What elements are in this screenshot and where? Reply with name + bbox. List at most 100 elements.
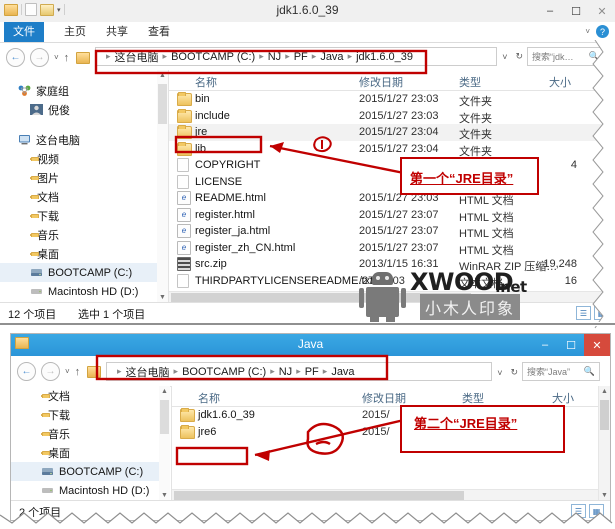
- sidebar-item-music[interactable]: 音乐: [11, 424, 169, 443]
- sidebar-item-documents[interactable]: 文档: [11, 386, 169, 405]
- nav-pane-scrollbar[interactable]: ▲ ▼: [159, 386, 170, 501]
- recent-locations-caret-icon[interactable]: ˅: [54, 53, 59, 62]
- column-header-date[interactable]: 修改日期: [359, 74, 403, 90]
- window2-titlebar[interactable]: Java – ☐ ✕: [11, 334, 610, 356]
- file-name[interactable]: jre6: [198, 426, 216, 438]
- large-icons-view-icon[interactable]: ▦: [589, 504, 604, 518]
- recent-locations-caret-icon[interactable]: ˅: [65, 367, 70, 376]
- refresh-icon[interactable]: ↻: [510, 367, 518, 378]
- back-button[interactable]: ←: [6, 48, 25, 67]
- window2-nav-pane[interactable]: 文档 下载 音乐 桌面 BOOTCAMP (C:) Macintosh HD (…: [11, 386, 169, 501]
- table-row[interactable]: lib 2015/1/27 23:04 文件夹: [169, 141, 603, 158]
- file-name[interactable]: include: [195, 110, 230, 122]
- search-icon[interactable]: 🔍: [584, 366, 595, 377]
- window1-ribbon[interactable]: 文件 主页 共享 查看 ˅ ?: [0, 22, 615, 43]
- file-name[interactable]: jre: [195, 126, 207, 138]
- forward-button[interactable]: →: [30, 48, 49, 67]
- breadcrumb[interactable]: ▸ 这台电脑 ▸ BOOTCAMP (C:) ▸ NJ ▸ PF ▸ Java: [106, 362, 492, 381]
- breadcrumb-item-1[interactable]: BOOTCAMP (C:): [171, 51, 255, 63]
- table-row[interactable]: e register_zh_CN.html 2015/1/27 23:07 HTML …: [169, 240, 603, 257]
- sidebar-item-homegroup[interactable]: 家庭组: [0, 81, 168, 100]
- breadcrumb-item-2[interactable]: NJ: [268, 51, 281, 63]
- search-icon[interactable]: 🔍: [589, 51, 600, 62]
- back-button[interactable]: ←: [17, 362, 36, 381]
- forward-button[interactable]: →: [41, 362, 60, 381]
- breadcrumb-item-2[interactable]: NJ: [279, 366, 292, 378]
- window2-address-bar[interactable]: ← → ˅ ↑ ▸ 这台电脑 ▸ BOOTCAMP (C:) ▸ NJ ▸ PF…: [11, 356, 610, 387]
- breadcrumb-item-4[interactable]: Java: [331, 366, 354, 378]
- column-headers[interactable]: 名称 修改日期 类型 大小: [172, 386, 598, 407]
- breadcrumb-item-0[interactable]: 这台电脑: [115, 49, 159, 65]
- tab-home[interactable]: 主页: [56, 22, 94, 42]
- table-row[interactable]: e register_ja.html 2015/1/27 23:07 HTML 文档: [169, 223, 603, 240]
- breadcrumb-item-3[interactable]: PF: [294, 51, 308, 63]
- column-header-size[interactable]: 大小: [549, 74, 571, 90]
- file-name[interactable]: COPYRIGHT: [195, 159, 260, 171]
- breadcrumb-item-1[interactable]: BOOTCAMP (C:): [182, 366, 266, 378]
- sidebar-item-this-pc[interactable]: 这台电脑: [0, 130, 168, 149]
- sidebar-item-bootcamp-c[interactable]: BOOTCAMP (C:): [11, 462, 169, 481]
- sidebar-item-pictures[interactable]: 图片: [0, 168, 168, 187]
- minimize-button[interactable]: –: [532, 334, 558, 356]
- sidebar-item-documents[interactable]: 文档: [0, 187, 168, 206]
- up-button[interactable]: ↑: [64, 52, 70, 64]
- file-name[interactable]: bin: [195, 93, 210, 105]
- column-header-date[interactable]: 修改日期: [362, 390, 406, 406]
- window1-nav-pane[interactable]: 家庭组 倪俊 这台电脑 视频 图片 文档 下载 音乐 桌面 BOOTCAMP (…: [0, 70, 168, 303]
- table-row[interactable]: jre 2015/1/27 23:04 文件夹: [169, 124, 603, 141]
- chevron-down-icon[interactable]: ˅: [585, 27, 590, 36]
- breadcrumb-item-4[interactable]: Java: [320, 51, 343, 63]
- sidebar-item-bootcamp-c[interactable]: BOOTCAMP (C:): [0, 263, 168, 282]
- table-row[interactable]: e register.html 2015/1/27 23:07 HTML 文档: [169, 207, 603, 224]
- file-name[interactable]: register_zh_CN.html: [195, 242, 295, 254]
- column-header-size[interactable]: 大小: [552, 390, 574, 406]
- window1-controls[interactable]: – ☐ ✕: [537, 0, 615, 22]
- table-row[interactable]: bin 2015/1/27 23:03 文件夹: [169, 91, 603, 108]
- sidebar-item-videos[interactable]: 视频: [0, 149, 168, 168]
- close-button[interactable]: ✕: [584, 334, 610, 356]
- file-name[interactable]: THIRDPARTYLICENSEREADME.txt: [195, 275, 373, 287]
- window2-controls[interactable]: – ☐ ✕: [532, 334, 610, 356]
- column-header-name[interactable]: 名称: [198, 390, 220, 406]
- file-name[interactable]: LICENSE: [195, 176, 242, 188]
- file-name[interactable]: src.zip: [195, 258, 227, 270]
- file-name[interactable]: lib: [195, 143, 206, 155]
- column-header-name[interactable]: 名称: [195, 74, 217, 90]
- sidebar-item-downloads[interactable]: 下载: [0, 206, 168, 225]
- breadcrumb-item-0[interactable]: 这台电脑: [126, 364, 170, 380]
- file-name[interactable]: register.html: [195, 209, 255, 221]
- search-input[interactable]: 搜索“jdk… 🔍: [527, 47, 605, 66]
- breadcrumb[interactable]: ▸ 这台电脑 ▸ BOOTCAMP (C:) ▸ NJ ▸ PF ▸ Java …: [95, 47, 497, 66]
- window1-address-bar[interactable]: ← → ˅ ↑ ▸ 这台电脑 ▸ BOOTCAMP (C:) ▸ NJ ▸ PF…: [0, 43, 615, 71]
- file-name[interactable]: register_ja.html: [195, 225, 270, 237]
- file-name[interactable]: jdk1.6.0_39: [198, 409, 255, 421]
- search-input[interactable]: 搜索“Java” 🔍: [522, 362, 600, 381]
- breadcrumb-item-5[interactable]: jdk1.6.0_39: [356, 51, 413, 63]
- maximize-button[interactable]: ☐: [558, 334, 584, 356]
- file-name[interactable]: README.html: [195, 192, 266, 204]
- tab-view[interactable]: 查看: [140, 22, 178, 42]
- sidebar-item-macintosh-hd-d[interactable]: Macintosh HD (D:): [0, 282, 168, 301]
- list-scrollbar[interactable]: ▲ ▼: [598, 386, 610, 501]
- sidebar-item-music[interactable]: 音乐: [0, 225, 168, 244]
- nav-pane-scrollbar[interactable]: ▲ ▼: [157, 70, 168, 303]
- up-button[interactable]: ↑: [75, 366, 81, 378]
- breadcrumb-item-3[interactable]: PF: [305, 366, 319, 378]
- table-row[interactable]: include 2015/1/27 23:03 文件夹: [169, 108, 603, 125]
- address-dropdown-caret-icon[interactable]: ˅: [502, 52, 507, 62]
- close-button[interactable]: ✕: [589, 0, 615, 22]
- column-header-type[interactable]: 类型: [459, 74, 481, 90]
- refresh-icon[interactable]: ↻: [515, 51, 523, 62]
- tab-file[interactable]: 文件: [4, 22, 44, 42]
- sidebar-item-desktop[interactable]: 桌面: [0, 244, 168, 263]
- details-view-icon[interactable]: ☰: [571, 504, 586, 518]
- sidebar-item-macintosh-hd-d[interactable]: Macintosh HD (D:): [11, 481, 169, 500]
- window1-titlebar[interactable]: ▾ jdk1.6.0_39 – ☐ ✕: [0, 0, 615, 22]
- column-header-type[interactable]: 类型: [462, 390, 484, 406]
- sidebar-item-user[interactable]: 倪俊: [0, 100, 168, 119]
- address-dropdown-caret-icon[interactable]: ˅: [497, 368, 502, 378]
- tab-share[interactable]: 共享: [98, 22, 136, 42]
- sidebar-item-downloads[interactable]: 下载: [11, 405, 169, 424]
- help-icon[interactable]: ?: [596, 25, 609, 38]
- sidebar-item-desktop[interactable]: 桌面: [11, 443, 169, 462]
